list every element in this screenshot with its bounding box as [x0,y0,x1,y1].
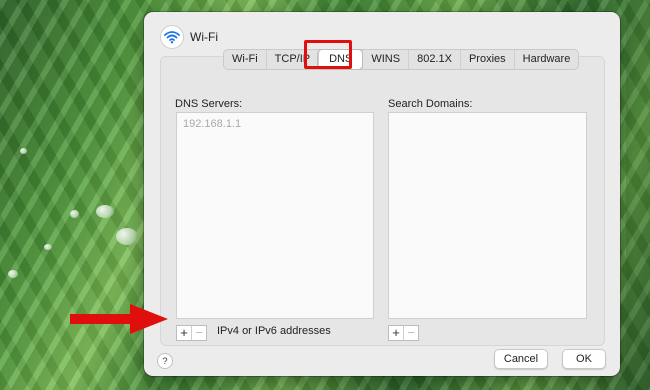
network-settings-window: Wi-Fi DNS Servers: 192.168.1.1 + − IPv4 … [144,12,620,376]
cancel-button[interactable]: Cancel [494,349,548,369]
add-dns-server-button[interactable]: + [177,326,191,340]
tab-hardware[interactable]: Hardware [513,50,579,69]
search-domains-label: Search Domains: [388,98,473,110]
dns-add-remove-control: + − [176,325,207,341]
red-arrow-annotation [70,304,168,334]
dns-tab-highlight-box [304,40,352,69]
water-droplet [116,228,138,245]
tab-bar: Wi-Fi TCP/IP DNS WINS 802.1X Proxies Har… [223,49,580,70]
dns-address-hint: IPv4 or IPv6 addresses [217,325,331,337]
background-edge [626,0,650,390]
water-droplet [8,270,18,278]
wifi-icon [161,26,183,48]
dns-panel: DNS Servers: 192.168.1.1 + − IPv4 or IPv… [160,56,605,346]
window-title: Wi-Fi [190,30,218,44]
remove-dns-server-button[interactable]: − [191,326,206,340]
search-domains-add-remove-control: + − [388,325,419,341]
water-droplet [70,210,79,218]
add-search-domain-button[interactable]: + [389,326,403,340]
search-domains-list[interactable] [388,112,587,319]
tab-proxies[interactable]: Proxies [459,50,514,69]
dns-server-entry[interactable]: 192.168.1.1 [183,118,241,130]
water-droplet [96,205,114,218]
help-button[interactable]: ? [157,353,173,369]
tab-wifi[interactable]: Wi-Fi [224,50,266,69]
water-droplet [44,244,52,250]
tab-wins[interactable]: WINS [362,50,408,69]
ok-button[interactable]: OK [562,349,606,369]
dns-servers-list[interactable]: 192.168.1.1 [176,112,374,319]
water-droplet [20,148,27,154]
tab-8021x[interactable]: 802.1X [408,50,460,69]
title-row: Wi-Fi [161,26,218,48]
dns-servers-label: DNS Servers: [175,98,243,110]
remove-search-domain-button[interactable]: − [403,326,418,340]
